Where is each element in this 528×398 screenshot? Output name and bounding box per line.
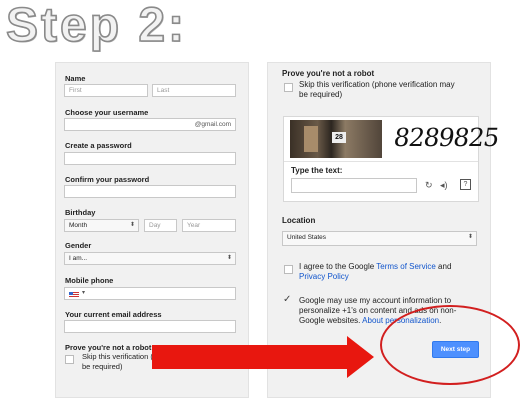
red-arrow [152,336,374,378]
red-highlight-oval [380,305,520,385]
